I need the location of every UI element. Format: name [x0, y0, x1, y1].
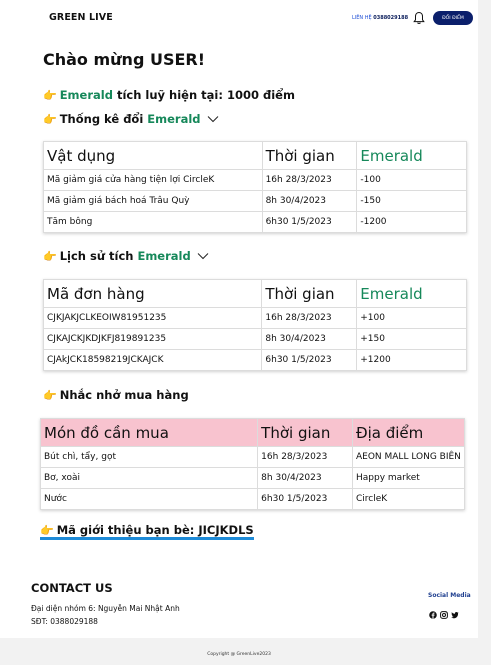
table-header-row: Món đồ cần mua Thời gian Địa điểm — [39, 418, 466, 447]
copyright-text: Copyright @ GreenLive2023 — [207, 652, 271, 657]
shopping-reminder-table: Món đồ cần mua Thời gian Địa điểm Bút ch… — [39, 418, 466, 510]
social-media-title: Social Media — [428, 592, 471, 599]
table-cell: Bút chì, tẩy, gọt — [39, 446, 259, 468]
table-header-row: Vật dụng Thời gian Emerald — [43, 141, 467, 170]
pointing-hand-icon: 👉 — [40, 524, 54, 537]
table-cell: 16h 28/3/2023 — [257, 446, 353, 468]
main-content: Chào mừng USER! 👉 Emerald tích luỹ hiện … — [0, 36, 478, 570]
pointing-hand-icon: 👉 — [43, 249, 57, 263]
pointing-hand-icon: 👉 — [43, 88, 57, 102]
instagram-icon[interactable] — [440, 604, 448, 619]
table-cell: 6h30 1/5/2023 — [257, 488, 353, 510]
emerald-label: Emerald — [147, 112, 201, 126]
table-cell: CJKJAKJCLKEOIW81951235 — [42, 307, 263, 329]
table-cell: Mã giảm giá cửa hàng tiện lợi CircleK — [43, 169, 263, 191]
emerald-label: Emerald — [59, 88, 113, 102]
chevron-down-icon[interactable] — [197, 252, 209, 260]
column-header: Thời gian — [257, 418, 353, 447]
exchange-stats-label: Thống kê đổi — [59, 112, 148, 126]
column-header: Thời gian — [261, 279, 358, 308]
earn-history-label: Lịch sử tích — [59, 249, 138, 263]
table-row: CJKAJCKJKDJKFJ819891235 8h 30/4/2023 +15… — [42, 328, 467, 350]
pointing-hand-icon: 👉 — [43, 112, 57, 126]
table-row: Bút chì, tẩy, gọt 16h 28/3/2023 AEON MAL… — [39, 446, 466, 468]
social-icons — [429, 604, 459, 619]
table-cell: Mã giảm giá bách hoá Trâu Quỳ — [43, 190, 263, 212]
table-cell: +150 — [356, 328, 467, 350]
table-cell: CJKAJCKJKDJKFJ819891235 — [42, 328, 263, 350]
current-points: 👉 Emerald tích luỹ hiện tại: 1000 điểm — [43, 88, 295, 102]
table-cell: Bơ, xoài — [39, 467, 259, 489]
shopping-reminder-heading: 👉 Nhắc nhở mua hàng — [43, 388, 189, 402]
brand-logo[interactable]: GREEN LIVE — [49, 12, 113, 23]
table-cell: 8h 30/4/2023 — [257, 467, 353, 489]
column-header: Địa điểm — [351, 418, 466, 447]
table-cell: 8h 30/4/2023 — [261, 190, 358, 212]
table-row: Tăm bông 6h30 1/5/2023 -1200 — [43, 211, 467, 233]
table-cell: 16h 28/3/2023 — [261, 169, 358, 191]
table-cell: 6h30 1/5/2023 — [261, 211, 358, 233]
table-cell: +1200 — [356, 349, 467, 371]
exchange-stats-table: Vật dụng Thời gian Emerald Mã giảm giá c… — [43, 141, 467, 233]
page: GREEN LIVE LIÊN HỆ 0388029188 ĐỔI ĐIỂM C… — [0, 0, 491, 665]
table-cell: CircleK — [351, 488, 466, 510]
hotline-label: LIÊN HỆ — [352, 15, 372, 21]
page-title: Chào mừng USER! — [43, 50, 206, 69]
referral-text: Mã giới thiệu bạn bè: JICJKDLS — [56, 523, 254, 537]
table-row: Mã giảm giá cửa hàng tiện lợi CircleK 16… — [43, 169, 467, 191]
table-row: Mã giảm giá bách hoá Trâu Quỳ 8h 30/4/20… — [43, 190, 467, 212]
table-row: Bơ, xoài 8h 30/4/2023 Happy market — [39, 467, 466, 489]
bell-icon[interactable] — [413, 11, 425, 25]
column-header: Emerald — [356, 279, 467, 308]
emerald-label: Emerald — [137, 249, 191, 263]
table-cell: +100 — [356, 307, 467, 329]
hotline-number: 0388029188 — [373, 15, 409, 21]
table-cell: -150 — [356, 190, 467, 212]
column-header: Mã đơn hàng — [42, 279, 263, 308]
table-cell: CJAkJCK18598219JCKAJCK — [42, 349, 263, 371]
hotline: LIÊN HỆ 0388029188 — [352, 15, 408, 21]
table-cell: AEON MALL LONG BIÊN — [351, 446, 466, 468]
facebook-icon[interactable] — [429, 604, 437, 619]
table-row: Nước 6h30 1/5/2023 CircleK — [39, 488, 466, 510]
redeem-points-button[interactable]: ĐỔI ĐIỂM — [433, 11, 473, 25]
earn-history-toggle[interactable]: 👉 Lịch sử tích Emerald — [43, 249, 209, 263]
table-header-row: Mã đơn hàng Thời gian Emerald — [42, 279, 467, 308]
table-cell: -1200 — [356, 211, 467, 233]
top-navbar: GREEN LIVE LIÊN HỆ 0388029188 ĐỔI ĐIỂM — [0, 0, 478, 36]
table-cell: Tăm bông — [43, 211, 263, 233]
column-header: Thời gian — [261, 141, 358, 170]
table-cell: 8h 30/4/2023 — [261, 328, 358, 350]
column-header: Vật dụng — [43, 141, 263, 170]
column-header: Emerald — [356, 141, 467, 170]
footer: CONTACT US Đại diện nhóm 6: Nguyễn Mai N… — [0, 570, 478, 638]
reminder-label: Nhắc nhở mua hàng — [59, 388, 189, 402]
pointing-hand-icon: 👉 — [43, 388, 57, 402]
representative-text: Đại diện nhóm 6: Nguyễn Mai Nhật Anh — [31, 604, 180, 613]
table-cell: -100 — [356, 169, 467, 191]
twitter-icon[interactable] — [451, 604, 459, 619]
referral-code[interactable]: 👉 Mã giới thiệu bạn bè: JICJKDLS — [40, 524, 254, 540]
table-cell: 16h 28/3/2023 — [261, 307, 358, 329]
table-row: CJKJAKJCLKEOIW81951235 16h 28/3/2023 +10… — [42, 307, 467, 329]
earn-history-table: Mã đơn hàng Thời gian Emerald CJKJAKJCLK… — [42, 279, 467, 371]
phone-text: SĐT: 0388029188 — [31, 617, 98, 626]
exchange-stats-toggle[interactable]: 👉 Thống kê đổi Emerald — [43, 112, 219, 126]
table-cell: 6h30 1/5/2023 — [261, 349, 358, 371]
points-text: tích luỹ hiện tại: 1000 điểm — [112, 88, 295, 102]
column-header: Món đồ cần mua — [39, 418, 259, 447]
table-cell: Happy market — [351, 467, 466, 489]
table-cell: Nước — [39, 488, 259, 510]
table-row: CJAkJCK18598219JCKAJCK 6h30 1/5/2023 +12… — [42, 349, 467, 371]
chevron-down-icon[interactable] — [207, 115, 219, 123]
scrollbar-track[interactable] — [478, 0, 491, 665]
contact-title: CONTACT US — [31, 581, 113, 595]
